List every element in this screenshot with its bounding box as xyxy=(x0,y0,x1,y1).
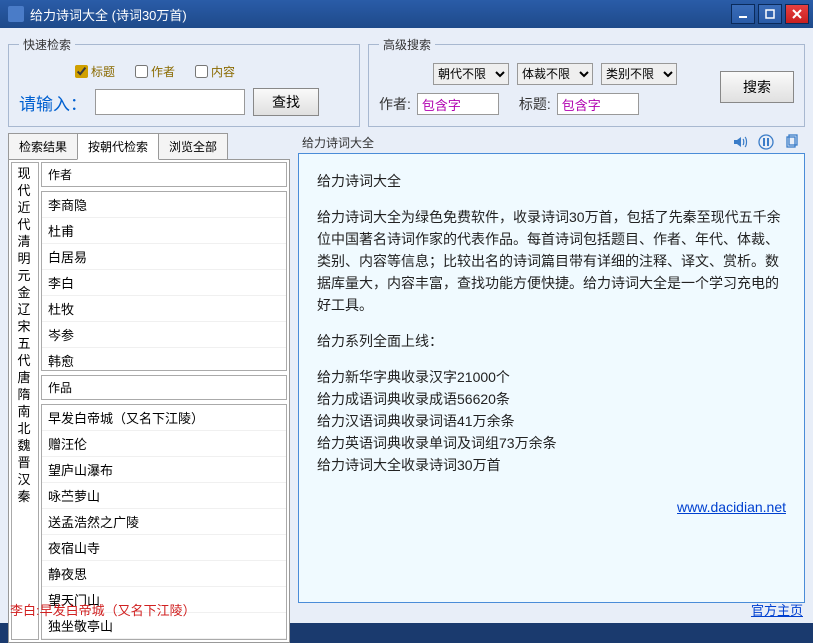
quick-search-legend: 快速检索 xyxy=(19,36,75,53)
dynasty-item[interactable]: 宋 xyxy=(13,318,37,335)
list-item[interactable]: 杜牧 xyxy=(42,296,286,322)
lists-container: 秦汉魏晋南北隋唐五代宋辽金元明清近代现代 作者 李商隐杜甫白居易李白杜牧岑参韩愈… xyxy=(8,159,290,643)
content-p1: 给力诗词大全为绿色免费软件，收录诗词30万首，包括了先秦至现代五千余位中国著名诗… xyxy=(317,206,786,316)
advanced-search-group: 高级搜索 朝代不限 体裁不限 类别不限 作者: 标题: 搜索 xyxy=(368,36,805,127)
minimize-button[interactable] xyxy=(731,4,755,24)
content-l4: 给力英语词典收录单词及词组73万余条 xyxy=(317,432,786,454)
list-item[interactable]: 早发白帝城（又名下江陵） xyxy=(42,405,286,431)
dynasty-item[interactable]: 魏晋 xyxy=(13,437,37,471)
adv-author-input[interactable] xyxy=(417,93,499,115)
adv-author-label: 作者: xyxy=(379,94,411,114)
dynasty-item[interactable]: 辽 xyxy=(13,301,37,318)
titlebar: 给力诗词大全 (诗词30万首) xyxy=(0,0,813,28)
list-item[interactable]: 咏苎萝山 xyxy=(42,483,286,509)
list-item[interactable]: 岑参 xyxy=(42,322,286,348)
list-item[interactable]: 送孟浩然之广陵 xyxy=(42,509,286,535)
list-item[interactable]: 夜宿山寺 xyxy=(42,535,286,561)
dynasty-item[interactable]: 隋 xyxy=(13,386,37,403)
dynasty-item[interactable]: 清 xyxy=(13,233,37,250)
dynasty-select[interactable]: 朝代不限 xyxy=(433,63,509,85)
content-p2: 给力系列全面上线： xyxy=(317,330,786,352)
reader-content: 给力诗词大全 给力诗词大全为绿色免费软件，收录诗词30万首，包括了先秦至现代五千… xyxy=(298,153,805,603)
dynasty-item[interactable]: 五代 xyxy=(13,335,37,369)
check-content-box[interactable] xyxy=(195,65,208,78)
list-item[interactable]: 望庐山瀑布 xyxy=(42,457,286,483)
statusbar: 李白:早发白帝城（又名下江陵） 官方主页 xyxy=(10,600,803,619)
dynasty-item[interactable]: 金 xyxy=(13,284,37,301)
dynasty-item[interactable]: 汉 xyxy=(13,471,37,488)
dynasty-item[interactable]: 南北 xyxy=(13,403,37,437)
dynasty-item[interactable]: 近代 xyxy=(13,199,37,233)
tabs: 检索结果 按朝代检索 浏览全部 xyxy=(8,133,290,160)
list-item[interactable]: 静夜思 xyxy=(42,561,286,587)
copy-icon[interactable] xyxy=(783,133,801,151)
find-button[interactable]: 查找 xyxy=(253,88,319,116)
advanced-search-legend: 高级搜索 xyxy=(379,36,435,53)
window-title: 给力诗词大全 (诗词30万首) xyxy=(30,5,731,24)
works-header: 作品 xyxy=(41,375,287,400)
search-button[interactable]: 搜索 xyxy=(720,71,794,103)
list-item[interactable]: 李白 xyxy=(42,270,286,296)
list-item[interactable]: 杜甫 xyxy=(42,218,286,244)
content-l2: 给力成语词典收录成语56620条 xyxy=(317,388,786,410)
category-select[interactable]: 类别不限 xyxy=(601,63,677,85)
speaker-icon[interactable] xyxy=(731,133,749,151)
dynasty-list[interactable]: 秦汉魏晋南北隋唐五代宋辽金元明清近代现代 xyxy=(11,162,39,640)
authors-list[interactable]: 李商隐杜甫白居易李白杜牧岑参韩愈王昌龄綦毋中 xyxy=(41,191,287,371)
maximize-button[interactable] xyxy=(758,4,782,24)
content-link[interactable]: www.dacidian.net xyxy=(317,496,786,518)
dynasty-item[interactable]: 秦 xyxy=(13,488,37,505)
check-author-box[interactable] xyxy=(135,65,148,78)
content-l5: 给力诗词大全收录诗词30万首 xyxy=(317,454,786,476)
tab-results[interactable]: 检索结果 xyxy=(8,133,78,160)
list-item[interactable]: 韩愈 xyxy=(42,348,286,371)
tab-by-dynasty[interactable]: 按朝代检索 xyxy=(77,133,159,160)
close-button[interactable] xyxy=(785,4,809,24)
status-left: 李白:早发白帝城（又名下江陵） xyxy=(10,600,196,619)
quick-search-group: 快速检索 标题 作者 内容 请输入： 查找 xyxy=(8,36,360,127)
pause-icon[interactable] xyxy=(757,133,775,151)
dynasty-item[interactable]: 现代 xyxy=(13,165,37,199)
quick-search-label: 请输入： xyxy=(19,90,87,115)
authors-header: 作者 xyxy=(41,162,287,187)
content-l1: 给力新华字典收录汉字21000个 xyxy=(317,366,786,388)
quick-search-input[interactable] xyxy=(95,89,245,115)
list-item[interactable]: 白居易 xyxy=(42,244,286,270)
dynasty-item[interactable]: 唐 xyxy=(13,369,37,386)
check-author[interactable]: 作者 xyxy=(135,63,175,80)
status-right-link[interactable]: 官方主页 xyxy=(751,600,803,619)
dynasty-item[interactable]: 明 xyxy=(13,250,37,267)
dynasty-item[interactable]: 元 xyxy=(13,267,37,284)
content-l3: 给力汉语词典收录词语41万余条 xyxy=(317,410,786,432)
list-item[interactable]: 赠汪伦 xyxy=(42,431,286,457)
check-title-box[interactable] xyxy=(75,65,88,78)
window-buttons xyxy=(731,4,809,24)
app-icon xyxy=(8,6,24,22)
reader-title: 给力诗词大全 xyxy=(302,134,374,151)
check-title[interactable]: 标题 xyxy=(75,63,115,80)
form-select[interactable]: 体裁不限 xyxy=(517,63,593,85)
list-item[interactable]: 李商隐 xyxy=(42,192,286,218)
tab-browse-all[interactable]: 浏览全部 xyxy=(158,133,228,160)
content-heading: 给力诗词大全 xyxy=(317,170,786,192)
adv-title-label: 标题: xyxy=(519,94,551,114)
check-content[interactable]: 内容 xyxy=(195,63,235,80)
adv-title-input[interactable] xyxy=(557,93,639,115)
